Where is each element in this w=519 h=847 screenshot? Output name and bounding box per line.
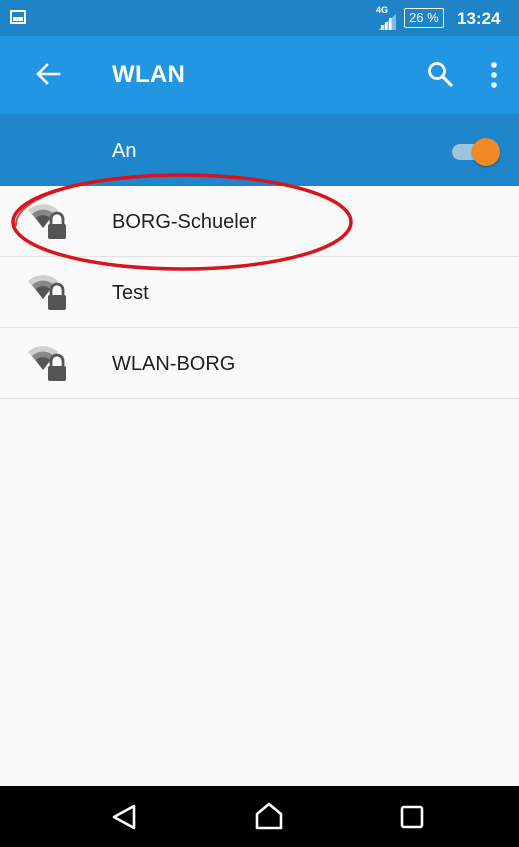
- wlan-network-item[interactable]: WLAN-BORG: [0, 328, 519, 399]
- nav-home-icon[interactable]: [254, 801, 284, 831]
- signal-icon: [378, 14, 396, 30]
- wlan-network-item[interactable]: Test: [0, 257, 519, 328]
- wlan-network-name: Test: [112, 282, 149, 304]
- navigation-bar: [0, 786, 519, 847]
- wlan-network-item[interactable]: BORG-Schueler: [0, 186, 519, 257]
- toggle-thumb: [472, 138, 500, 166]
- wifi-lock-icon: [28, 346, 66, 381]
- nav-back-icon[interactable]: [110, 803, 138, 831]
- battery-indicator: 26 %: [404, 8, 444, 28]
- search-icon[interactable]: [426, 60, 454, 88]
- status-bar: 4G 26 % 13:24: [0, 0, 519, 36]
- image-notification-icon: [10, 10, 26, 24]
- arrow-left-icon[interactable]: [34, 60, 62, 88]
- nav-recent-apps-icon[interactable]: [400, 805, 424, 829]
- wlan-network-list: BORG-Schueler Test WLAN-BORG: [0, 186, 519, 399]
- wifi-lock-icon: [28, 275, 66, 310]
- wlan-network-name: WLAN-BORG: [112, 353, 236, 375]
- clock: 13:24: [457, 9, 501, 28]
- wlan-switch-bar[interactable]: An: [0, 114, 519, 186]
- wlan-settings-screen: 4G 26 % 13:24 WLAN An BORG-Schueler Test…: [0, 0, 519, 847]
- page-title: WLAN: [112, 61, 186, 88]
- wlan-toggle[interactable]: [450, 138, 502, 166]
- wifi-lock-icon: [28, 204, 66, 239]
- switch-label: An: [112, 140, 137, 162]
- more-vertical-icon[interactable]: [484, 60, 504, 90]
- wlan-network-name: BORG-Schueler: [112, 211, 257, 233]
- action-bar: WLAN: [0, 36, 519, 114]
